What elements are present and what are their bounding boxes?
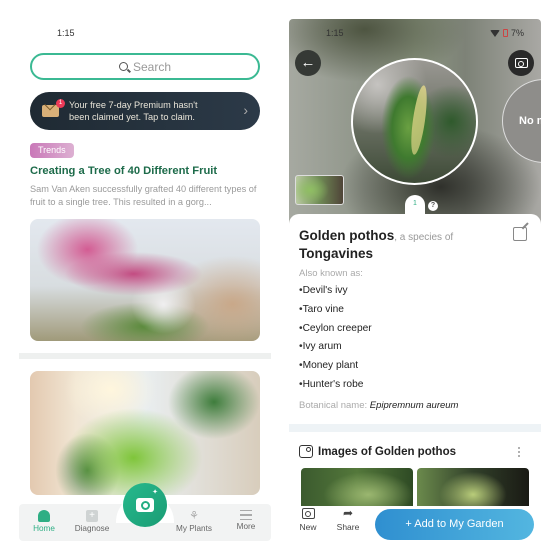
sprout-icon: ⚘	[189, 510, 199, 522]
camera-icon	[514, 58, 528, 68]
alias-item: Taro vine	[299, 301, 372, 320]
article-description: Sam Van Aken successfully grafted 40 dif…	[30, 184, 257, 207]
home-screen: 1:15 8% Search 1 Your free 7-day Premium…	[19, 19, 271, 541]
plant-result-screen: 1:15 7% ← No m 1 ? Golde	[289, 19, 541, 541]
sparkle-icon: ✦	[152, 489, 158, 496]
article-image-fern[interactable]	[30, 371, 260, 495]
share-icon: ➦	[342, 506, 354, 520]
section-divider	[19, 353, 271, 359]
page-indicator-current[interactable]: 1	[405, 195, 425, 215]
battery-icon	[502, 29, 508, 37]
arrow-left-icon: ←	[300, 54, 316, 71]
alias-item: Hunter's robe	[299, 376, 372, 395]
search-input[interactable]: Search	[30, 53, 260, 80]
battery-level: 7%	[510, 28, 524, 38]
tab-my-plants[interactable]: ⚘ My Plants	[169, 507, 219, 533]
user-photo-thumbnail[interactable]	[295, 175, 344, 205]
plant-title: Golden pothos, a species of Tongavines	[299, 228, 499, 262]
status-time: 1:15	[326, 28, 344, 38]
page-indicator-unknown[interactable]: ?	[428, 201, 438, 211]
camera-icon	[301, 508, 315, 519]
app-comparison: 1:15 8% Search 1 Your free 7-day Premium…	[0, 0, 560, 560]
notification-badge: 1	[56, 99, 65, 108]
share-button[interactable]: ➦ Share	[333, 506, 363, 532]
plant-gallery-image[interactable]	[301, 468, 413, 506]
tab-home[interactable]: Home	[19, 507, 69, 533]
tab-more[interactable]: More	[221, 507, 271, 531]
status-time: 1:15	[57, 28, 75, 38]
alias-item: Money plant	[299, 357, 372, 376]
plant-common-name: Golden pothos	[299, 228, 395, 243]
section-divider	[289, 424, 541, 432]
article-image-cherry-blossom[interactable]	[30, 219, 260, 341]
identified-plant-photo[interactable]	[351, 58, 478, 185]
retake-camera-button[interactable]	[508, 50, 534, 76]
image-gallery-icon	[299, 445, 313, 458]
camera-icon	[136, 498, 154, 512]
alias-item: Ivy arum	[299, 338, 372, 357]
plant-genus: Tongavines	[299, 246, 374, 261]
images-section-header: Images of Golden pothos	[299, 445, 456, 458]
status-bar: 1:15 8%	[19, 28, 271, 40]
search-icon	[118, 62, 128, 71]
photo-background: 1:15 7% ← No m 1 ?	[289, 19, 541, 229]
chevron-right-icon: ›	[243, 102, 248, 118]
add-to-garden-button[interactable]: + Add to My Garden	[375, 509, 534, 540]
tab-diagnose[interactable]: Diagnose	[67, 507, 117, 533]
plant-gallery-image[interactable]	[417, 468, 529, 506]
new-scan-button[interactable]: New	[293, 508, 323, 532]
promo-line-1: Your free 7-day Premium hasn't	[69, 100, 198, 110]
identify-camera-button[interactable]: ✦	[123, 483, 167, 527]
search-placeholder: Search	[132, 59, 172, 74]
envelope-icon: 1	[42, 99, 65, 117]
species-prefix: , a species of	[394, 232, 454, 243]
wifi-icon	[489, 29, 500, 37]
botanical-name-value: Epipremnum aureum	[369, 400, 459, 411]
more-options-icon[interactable]	[518, 447, 522, 459]
list-icon	[240, 510, 252, 520]
edit-icon[interactable]	[513, 227, 527, 241]
promo-line-2: been claimed yet. Tap to claim.	[69, 112, 195, 122]
plant-info-card: Golden pothos, a species of Tongavines A…	[289, 214, 541, 439]
botanical-name: Botanical name: Epipremnum aureum	[299, 400, 459, 411]
status-bar: 1:15 7%	[289, 28, 541, 40]
home-icon	[38, 510, 50, 522]
also-known-label: Also known as:	[299, 268, 363, 279]
first-aid-kit-icon	[86, 510, 98, 522]
alias-item: Ceylon creeper	[299, 320, 372, 339]
trends-tag[interactable]: Trends	[30, 143, 74, 158]
back-button[interactable]: ←	[295, 50, 321, 76]
alias-item: Devil's ivy	[299, 282, 372, 301]
alias-list: Devil's ivy Taro vine Ceylon creeper Ivy…	[299, 282, 372, 395]
article-title[interactable]: Creating a Tree of 40 Different Fruit	[30, 165, 217, 177]
premium-promo-banner[interactable]: 1 Your free 7-day Premium hasn't been cl…	[30, 92, 260, 130]
no-match-card[interactable]: No m	[502, 79, 541, 163]
